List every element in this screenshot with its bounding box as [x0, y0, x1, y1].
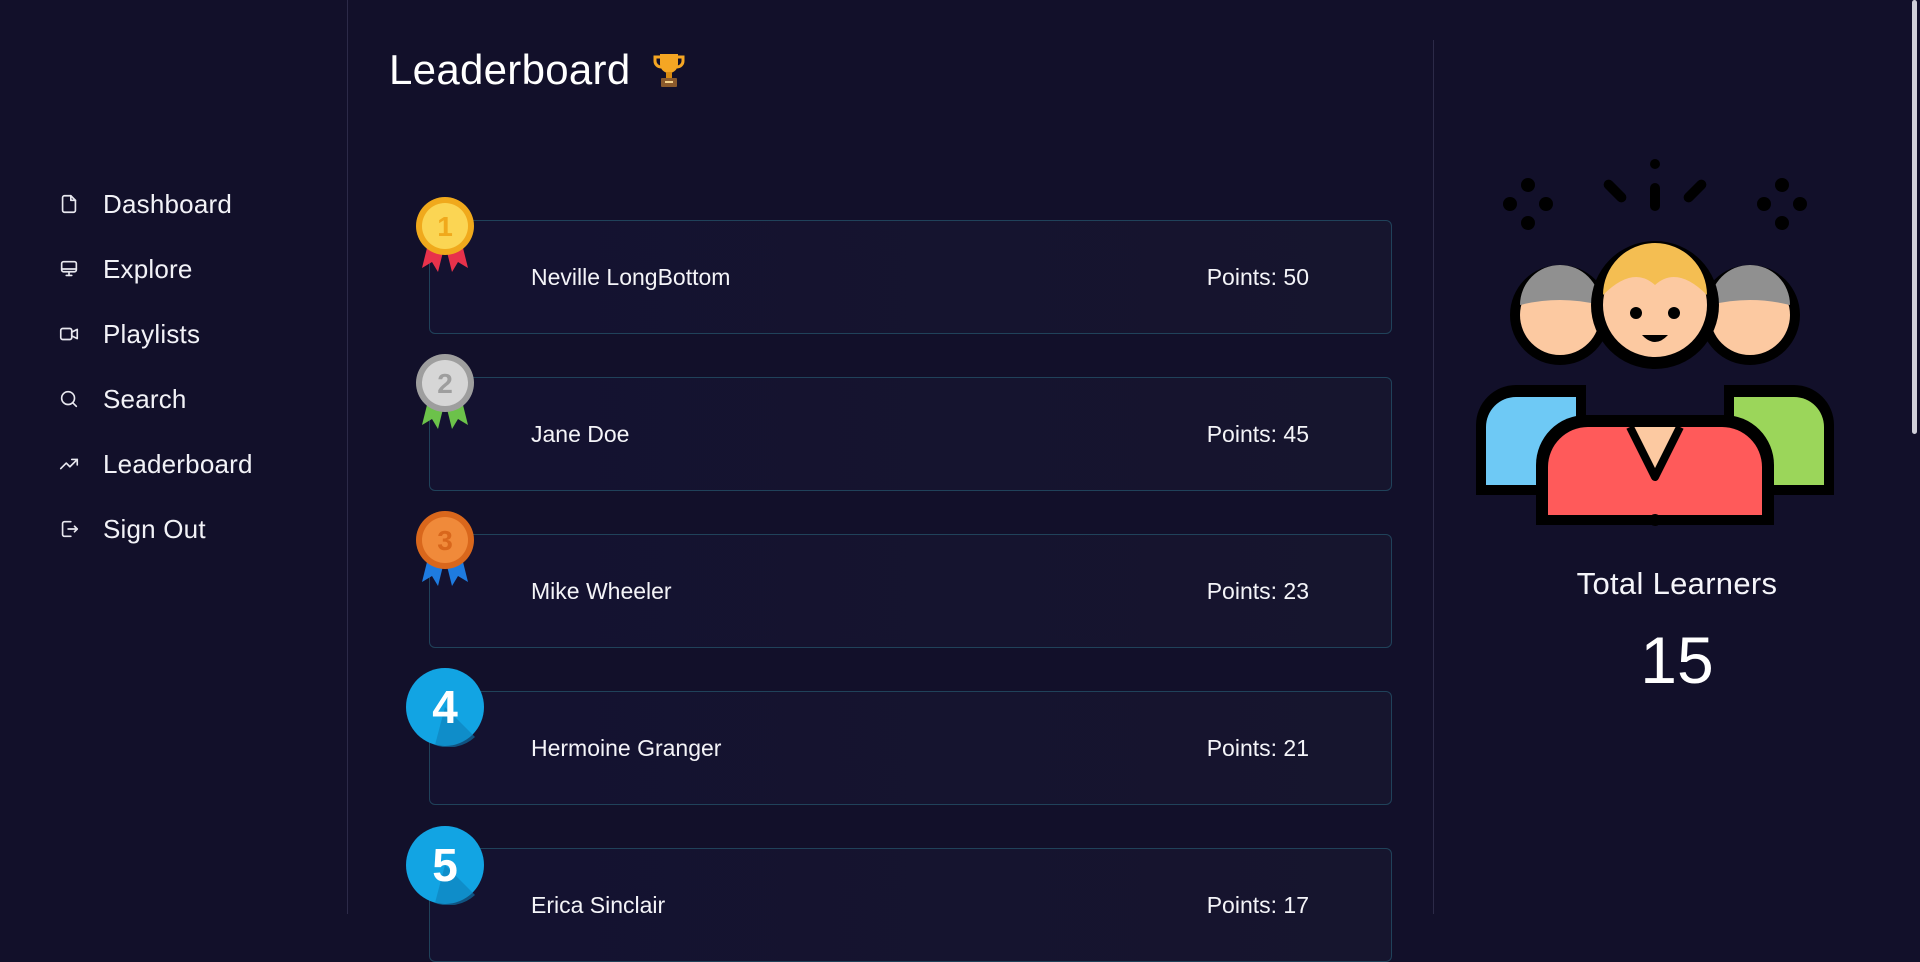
leaderboard-row[interactable]: Mike Wheeler Points: 23 — [429, 534, 1392, 648]
total-learners-value: 15 — [1640, 623, 1714, 697]
video-icon — [58, 323, 80, 345]
panel-divider — [1433, 40, 1434, 914]
gold-medal-icon: 1 — [416, 197, 474, 272]
sidebar-item-label: Dashboard — [103, 188, 232, 219]
sidebar-item-dashboard[interactable]: Dashboard — [58, 184, 253, 224]
rank-number: 3 — [437, 525, 453, 556]
rank-number: 2 — [437, 368, 453, 399]
sidebar: Dashboard Explore Playlists Search Leade… — [0, 0, 348, 914]
learner-points: Points: 21 — [1206, 734, 1309, 761]
file-icon — [58, 193, 80, 215]
sidebar-item-label: Search — [103, 383, 187, 414]
leaderboard-row[interactable]: Hermoine Granger Points: 21 — [429, 691, 1392, 805]
sidebar-item-label: Leaderboard — [103, 448, 253, 479]
page-title: Leaderboard — [389, 44, 687, 96]
sidebar-item-playlists[interactable]: Playlists — [58, 314, 253, 354]
trophy-icon — [653, 54, 684, 87]
rank-number: 4 — [432, 681, 458, 733]
sidebar-item-explore[interactable]: Explore — [58, 249, 253, 289]
learners-group-icon — [1476, 159, 1834, 526]
sidebar-item-sign-out[interactable]: Sign Out — [58, 509, 253, 549]
rank-number: 1 — [437, 211, 453, 242]
learner-name: Jane Doe — [531, 420, 630, 447]
sidebar-item-label: Sign Out — [103, 513, 206, 544]
leaderboard-row[interactable]: Erica Sinclair Points: 17 — [429, 848, 1392, 962]
sidebar-item-label: Explore — [103, 253, 193, 284]
leaderboard-row[interactable]: Neville LongBottom Points: 50 — [429, 220, 1392, 334]
rank-4-icon: 4 — [406, 668, 484, 747]
learner-points: Points: 45 — [1206, 420, 1309, 447]
rank-number: 5 — [432, 839, 458, 891]
learner-name: Mike Wheeler — [531, 577, 672, 604]
sign-out-icon — [58, 518, 80, 540]
learner-name: Erica Sinclair — [531, 891, 666, 918]
silver-medal-icon: 2 — [416, 354, 474, 429]
sidebar-item-search[interactable]: Search — [58, 379, 253, 419]
sidebar-item-label: Playlists — [103, 318, 201, 349]
monitor-icon — [58, 258, 80, 280]
sidebar-item-leaderboard[interactable]: Leaderboard — [58, 444, 253, 484]
trending-up-icon — [58, 453, 80, 475]
sidebar-nav: Dashboard Explore Playlists Search Leade… — [58, 184, 253, 574]
bronze-medal-icon: 3 — [416, 511, 474, 586]
scrollbar[interactable] — [1912, 0, 1917, 434]
learner-points: Points: 50 — [1206, 263, 1309, 290]
learner-points: Points: 23 — [1206, 577, 1309, 604]
learner-name: Hermoine Granger — [531, 734, 722, 761]
search-icon — [58, 388, 80, 410]
rank-5-icon: 5 — [406, 826, 484, 905]
learner-points: Points: 17 — [1206, 891, 1309, 918]
leaderboard-row[interactable]: Jane Doe Points: 45 — [429, 377, 1392, 491]
page-title-text: Leaderboard — [389, 46, 631, 93]
learner-name: Neville LongBottom — [531, 263, 731, 290]
total-learners-label: Total Learners — [1576, 566, 1778, 601]
